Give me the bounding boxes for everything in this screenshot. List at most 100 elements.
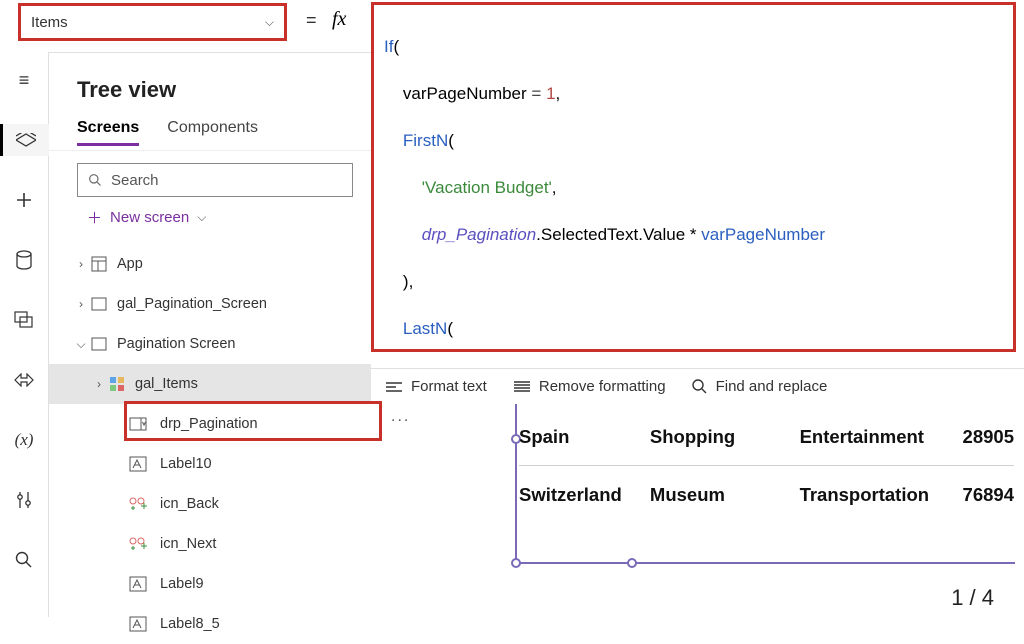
gallery-row[interactable]: Spain Shopping Entertainment 28905 xyxy=(519,408,1014,466)
cell-category: Entertainment xyxy=(800,426,959,448)
label-icon xyxy=(124,576,152,592)
caret-right-icon[interactable]: › xyxy=(73,297,89,311)
formula-token: , xyxy=(556,84,561,103)
gallery-icon xyxy=(107,376,127,392)
tree-item-label: Pagination Screen xyxy=(117,336,236,352)
tree-item-label: Label8_5 xyxy=(160,616,220,632)
tree-item-label: icn_Back xyxy=(160,496,219,512)
search-placeholder: Search xyxy=(111,172,159,189)
cell-amount: 28905 xyxy=(963,426,1014,448)
property-dropdown-value: Items xyxy=(31,14,68,31)
format-text-label: Format text xyxy=(411,378,487,395)
caret-down-icon[interactable]: ⌵ xyxy=(73,337,89,352)
formula-token: 1 xyxy=(541,84,555,103)
find-replace-button[interactable]: Find and replace xyxy=(692,378,828,395)
cell-country: Spain xyxy=(519,426,650,448)
formula-token: varPageNumber xyxy=(697,225,826,244)
flows-icon[interactable] xyxy=(0,364,49,396)
chevron-down-icon: ⌵ xyxy=(265,15,274,30)
tree-item-label: Label10 xyxy=(160,456,212,472)
tree-view-icon[interactable] xyxy=(0,124,49,156)
tree-item-label: Label9 xyxy=(160,576,204,592)
cell-amount: 76894 xyxy=(963,484,1014,506)
resize-handle[interactable] xyxy=(627,558,637,568)
tree-item-icn-next[interactable]: icn_Next xyxy=(49,524,371,564)
screen-icon xyxy=(89,297,109,311)
label-icon xyxy=(124,456,152,472)
format-text-button[interactable]: Format text xyxy=(385,378,487,395)
fx-button[interactable]: fx xyxy=(332,8,346,31)
app-icon xyxy=(89,256,109,272)
formula-token: , xyxy=(552,178,557,197)
data-icon[interactable] xyxy=(0,244,49,276)
tree-search-input[interactable]: Search xyxy=(77,163,353,197)
screen-icon xyxy=(89,337,109,351)
gallery-rows: Spain Shopping Entertainment 28905 Switz… xyxy=(519,408,1014,524)
gallery-row[interactable]: Switzerland Museum Transportation 76894 xyxy=(519,466,1014,524)
formula-token: LastN xyxy=(384,319,447,338)
search-icon xyxy=(692,379,708,395)
left-rail: ≡ (x) xyxy=(0,52,49,617)
formula-toolbar: Format text Remove formatting Find and r… xyxy=(371,368,1024,404)
tree-item-gal-items[interactable]: › gal_Items xyxy=(49,364,371,404)
formula-token: FirstN xyxy=(384,131,448,150)
insert-icon[interactable] xyxy=(0,184,49,216)
tree-item-label: gal_Items xyxy=(135,376,198,392)
pager-label: 1 / 4 xyxy=(951,585,994,611)
equals-label: = xyxy=(306,10,317,31)
tree-item-gal-pagination-screen[interactable]: › gal_Pagination_Screen xyxy=(49,284,371,324)
tree-item-label8-5[interactable]: Label8_5 xyxy=(49,604,371,644)
find-replace-label: Find and replace xyxy=(716,378,828,395)
formula-token xyxy=(384,178,422,197)
caret-right-icon[interactable]: › xyxy=(91,377,107,391)
formula-token xyxy=(384,225,422,244)
icon-control-icon xyxy=(124,496,152,512)
cell-category: Transportation xyxy=(800,484,959,506)
new-screen-button[interactable]: ＋ New screen ⌵ xyxy=(49,197,371,238)
formula-token: ) xyxy=(384,272,409,291)
tree-item-label: drp_Pagination xyxy=(160,416,258,432)
tree-item-pagination-screen[interactable]: ⌵ Pagination Screen xyxy=(49,324,371,364)
tree-item-icn-back[interactable]: icn_Back xyxy=(49,484,371,524)
tree-view-panel: Tree view Screens Components Search ＋ Ne… xyxy=(49,52,371,617)
search-icon[interactable] xyxy=(0,544,49,576)
media-icon[interactable] xyxy=(0,304,49,336)
chevron-down-icon: ⌵ xyxy=(197,210,206,225)
formula-token: ( xyxy=(393,37,399,56)
tab-screens[interactable]: Screens xyxy=(77,119,139,146)
formula-token: 'Vacation Budget' xyxy=(422,178,552,197)
more-options-button[interactable]: ... xyxy=(391,408,410,426)
caret-right-icon[interactable]: › xyxy=(73,257,89,271)
variables-icon[interactable]: (x) xyxy=(0,424,49,456)
formula-token: = xyxy=(531,84,541,103)
tab-components[interactable]: Components xyxy=(167,119,258,146)
formula-token: * xyxy=(690,225,697,244)
label-icon xyxy=(124,616,152,632)
tree-item-drp-pagination[interactable]: drp_Pagination xyxy=(49,404,371,444)
dropdown-icon xyxy=(124,417,152,431)
tree-item-label9[interactable]: Label9 xyxy=(49,564,371,604)
advanced-tools-icon[interactable] xyxy=(0,484,49,516)
cell-country: Switzerland xyxy=(519,484,650,506)
remove-formatting-button[interactable]: Remove formatting xyxy=(513,378,666,395)
tree-item-app[interactable]: › App xyxy=(49,244,371,284)
tree-item-label: icn_Next xyxy=(160,536,216,552)
canvas-preview[interactable]: Spain Shopping Entertainment 28905 Switz… xyxy=(495,404,1024,617)
hamburger-icon[interactable]: ≡ xyxy=(0,64,49,96)
property-dropdown[interactable]: Items ⌵ xyxy=(18,3,287,41)
formula-token: .SelectedText.Value xyxy=(536,225,690,244)
new-screen-label: New screen xyxy=(110,209,189,226)
tree-tabs: Screens Components xyxy=(49,119,371,151)
tree-item-label: App xyxy=(117,256,143,272)
formula-token: , xyxy=(409,272,414,291)
formula-bar[interactable]: If( varPageNumber = 1, FirstN( 'Vacation… xyxy=(371,2,1016,352)
resize-handle[interactable] xyxy=(511,558,521,568)
cell-activity: Shopping xyxy=(650,426,800,448)
tree-list: › App › gal_Pagination_Screen ⌵ Paginati… xyxy=(49,244,371,644)
remove-formatting-label: Remove formatting xyxy=(539,378,666,395)
format-icon xyxy=(385,380,403,394)
tree-item-label10[interactable]: Label10 xyxy=(49,444,371,484)
formula-token: ( xyxy=(447,319,453,338)
formula-token: varPageNumber xyxy=(384,84,531,103)
plus-icon: ＋ xyxy=(87,207,102,228)
